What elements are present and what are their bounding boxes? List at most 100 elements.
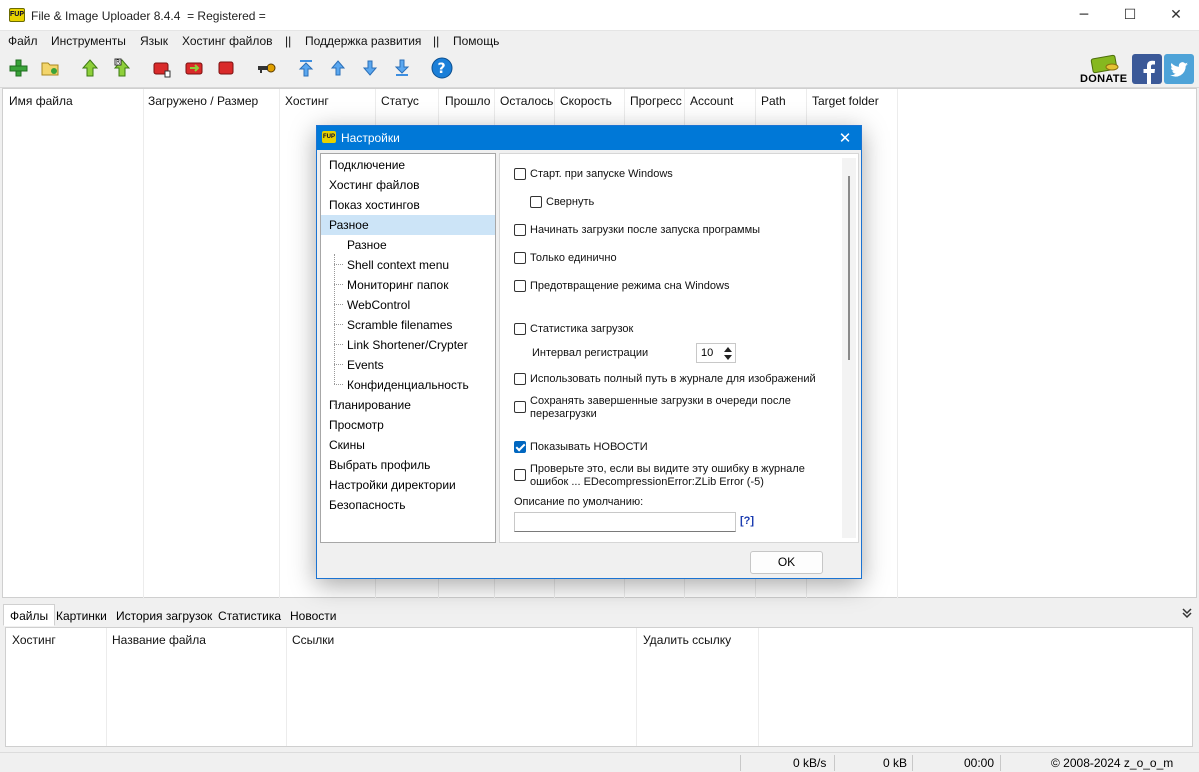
column-header-remaining[interactable]: Осталось [500, 94, 553, 108]
move-top-icon[interactable] [296, 58, 316, 78]
tree-item-webcontrol[interactable]: WebControl [321, 295, 495, 315]
column-header-filename[interactable]: Имя файла [9, 94, 73, 108]
column-header-hosting[interactable]: Хостинг [12, 633, 56, 647]
facebook-icon[interactable] [1132, 54, 1162, 84]
help-icon[interactable]: ? [431, 57, 453, 79]
move-bottom-icon[interactable] [392, 58, 412, 78]
resume-icon[interactable] [184, 58, 204, 78]
tree-item-security[interactable]: Безопасность [321, 495, 495, 515]
start-with-windows-checkbox[interactable] [514, 168, 526, 180]
add-icon[interactable] [8, 58, 28, 78]
menu-help[interactable]: Помощь [453, 34, 499, 48]
interval-label: Интервал регистрации [532, 347, 649, 359]
close-button[interactable]: ✕ [1153, 0, 1199, 31]
start-with-windows-label: Старт. при запуске Windows [530, 168, 673, 180]
show-news-checkbox[interactable] [514, 441, 526, 453]
column-header-file-name[interactable]: Название файла [112, 633, 206, 647]
settings-category-tree[interactable]: Подключение Хостинг файлов Показ хостинг… [320, 153, 496, 543]
interval-stepper[interactable]: 10 [696, 343, 736, 363]
tree-item-show-hostings[interactable]: Показ хостингов [321, 195, 495, 215]
bottom-tab-bar: Файлы Картинки История загрузок Статисти… [0, 602, 1199, 626]
tree-item-select-profile[interactable]: Выбрать профиль [321, 455, 495, 475]
zlib-fix-checkbox[interactable] [514, 469, 526, 481]
tree-item-privacy[interactable]: Конфиденциальность [321, 375, 495, 395]
column-header-uploaded-size[interactable]: Загружено / Размер [148, 94, 258, 108]
upload-icon[interactable] [80, 58, 100, 78]
upload-stats-checkbox[interactable] [514, 323, 526, 335]
prevent-sleep-label: Предотвращение режима сна Windows [530, 280, 730, 292]
menu-language[interactable]: Язык [140, 34, 168, 48]
column-header-target-folder[interactable]: Target folder [812, 94, 879, 108]
dialog-logo-icon: FUP [322, 131, 336, 143]
folder-icon[interactable] [40, 58, 60, 78]
column-header-path[interactable]: Path [761, 94, 786, 108]
maximize-button[interactable]: ☐ [1107, 0, 1153, 31]
upload-all-icon[interactable]: R [112, 58, 132, 78]
column-header-status[interactable]: Статус [381, 94, 419, 108]
settings-panel: Старт. при запуске Windows Свернуть Начи… [499, 153, 859, 543]
column-header-hosting[interactable]: Хостинг [285, 94, 329, 108]
prevent-sleep-checkbox[interactable] [514, 280, 526, 292]
keep-completed-checkbox[interactable] [514, 401, 526, 413]
show-news-label: Показывать НОВОСТИ [530, 441, 648, 453]
collapse-icon[interactable] [1181, 607, 1193, 619]
single-instance-checkbox[interactable] [514, 252, 526, 264]
tree-item-scramble-filenames[interactable]: Scramble filenames [321, 315, 495, 335]
full-path-checkbox[interactable] [514, 373, 526, 385]
tree-item-link-shortener[interactable]: Link Shortener/Crypter [321, 335, 495, 355]
donate-button[interactable]: DONATE [1080, 54, 1128, 87]
ok-button[interactable]: OK [750, 551, 823, 574]
menu-support[interactable]: Поддержка развития [305, 34, 421, 48]
scrollbar-thumb[interactable] [848, 176, 850, 360]
settings-scrollbar[interactable] [842, 158, 856, 538]
column-header-links[interactable]: Ссылки [292, 633, 334, 647]
tree-item-skins[interactable]: Скины [321, 435, 495, 455]
tab-upload-history[interactable]: История загрузок [109, 604, 219, 626]
twitter-icon[interactable] [1164, 54, 1194, 84]
status-bar: 0 kB/s 0 kB 00:00 © 2008-2024 z_o_o_m [0, 752, 1199, 772]
default-description-input[interactable] [514, 512, 736, 532]
toolbar: R ? DONATE [0, 51, 1199, 88]
stop-icon[interactable] [152, 58, 172, 78]
minimize-checkbox[interactable] [530, 196, 542, 208]
column-header-account[interactable]: Account [690, 94, 733, 108]
status-separator [912, 755, 913, 771]
tab-statistics[interactable]: Статистика [211, 604, 288, 626]
tree-item-shell-context-menu[interactable]: Shell context menu [321, 255, 495, 275]
menu-file[interactable]: Файл [8, 34, 38, 48]
tree-item-connection[interactable]: Подключение [321, 155, 495, 175]
tree-item-misc[interactable]: Разное [321, 215, 495, 235]
column-header-speed[interactable]: Скорость [560, 94, 612, 108]
dialog-title-bar: FUP Настройки ✕ [317, 126, 861, 150]
tree-item-view[interactable]: Просмотр [321, 415, 495, 435]
column-header-elapsed[interactable]: Прошло [445, 94, 490, 108]
links-list[interactable]: Хостинг Название файла Ссылки Удалить сс… [5, 627, 1193, 747]
minimize-button[interactable]: ─ [1061, 0, 1107, 31]
spin-up-icon[interactable] [723, 346, 733, 353]
tab-files[interactable]: Файлы [3, 604, 56, 626]
spin-down-icon[interactable] [723, 354, 733, 361]
column-header-progress[interactable]: Прогресс [630, 94, 682, 108]
column-header-delete-link[interactable]: Удалить ссылку [643, 633, 731, 647]
tree-item-misc-general[interactable]: Разное [321, 235, 495, 255]
key-icon[interactable] [256, 58, 276, 78]
move-up-icon[interactable] [328, 58, 348, 78]
tree-item-file-hosting[interactable]: Хостинг файлов [321, 175, 495, 195]
menu-tools[interactable]: Инструменты [51, 34, 126, 48]
move-down-icon[interactable] [360, 58, 380, 78]
tab-news[interactable]: Новости [283, 604, 343, 626]
tree-item-events[interactable]: Events [321, 355, 495, 375]
stop-all-icon[interactable] [216, 58, 236, 78]
tree-item-directory-settings[interactable]: Настройки директории [321, 475, 495, 495]
start-uploads-checkbox[interactable] [514, 224, 526, 236]
description-help-link[interactable]: [?] [740, 515, 754, 527]
menu-file-hosting[interactable]: Хостинг файлов [182, 34, 273, 48]
dialog-close-button[interactable]: ✕ [835, 128, 855, 148]
minimize-label: Свернуть [546, 196, 595, 208]
tree-item-scheduling[interactable]: Планирование [321, 395, 495, 415]
svg-text:?: ? [438, 61, 446, 77]
full-path-label: Использовать полный путь в журнале для и… [530, 373, 816, 385]
tab-images[interactable]: Картинки [49, 604, 114, 626]
default-description-label: Описание по умолчанию: [514, 496, 644, 508]
tree-item-folder-monitoring[interactable]: Мониторинг папок [321, 275, 495, 295]
